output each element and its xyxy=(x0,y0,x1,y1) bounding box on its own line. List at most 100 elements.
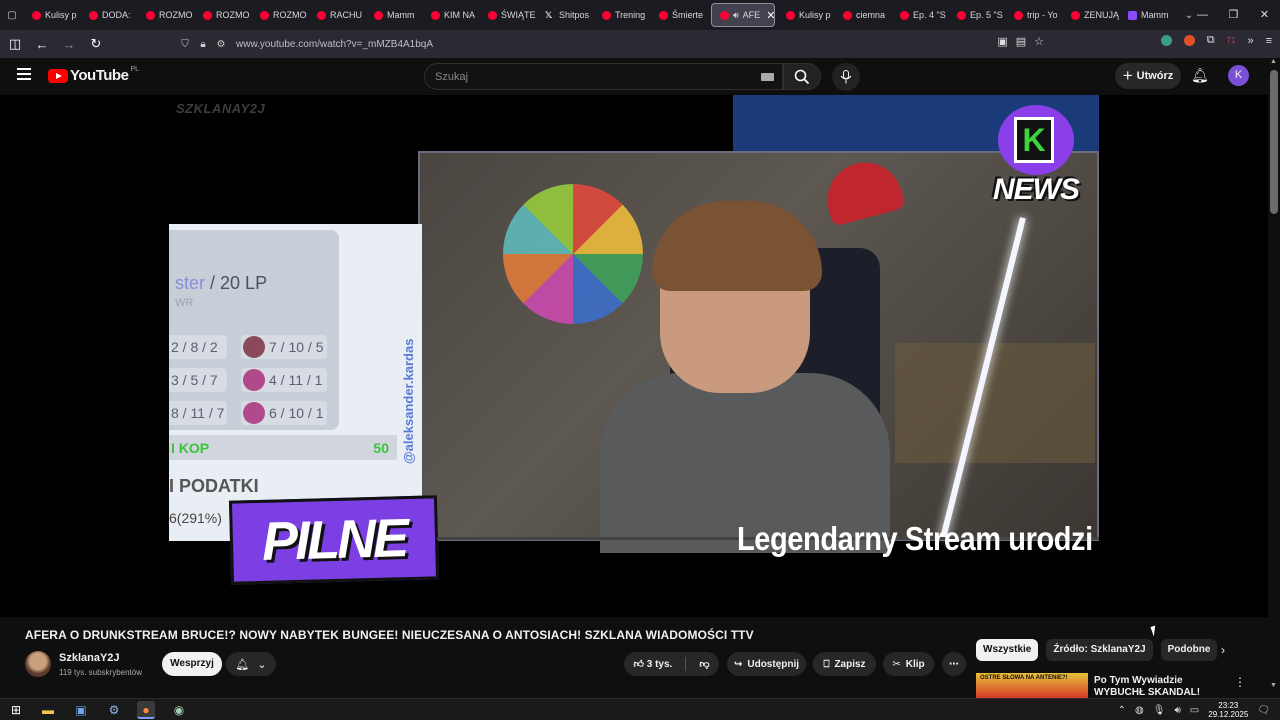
desktop-app-icon[interactable]: ▣ xyxy=(72,701,90,719)
more-actions-button[interactable]: ⋯ xyxy=(942,652,966,676)
browser-tab[interactable]: ROZMO xyxy=(195,0,252,30)
app-menu-icon[interactable]: ≡ xyxy=(1266,35,1272,47)
filter-chips: Wszystkie Źródło: SzklanaY2J Podobne xyxy=(976,639,1218,661)
speaker-icon[interactable]: 🔊︎ xyxy=(733,10,739,21)
browser-tab[interactable]: Mamm xyxy=(1120,0,1177,30)
lock-icon[interactable]: 🔒︎ xyxy=(194,39,212,50)
browser-tab[interactable]: RACHU xyxy=(309,0,366,30)
recommendation-thumbnail[interactable]: OSTRE SŁOWA NA ANTENIE?! xyxy=(976,673,1088,698)
youtube-favicon-icon xyxy=(32,10,41,20)
dislike-icon[interactable]: 👎︎ xyxy=(699,658,709,670)
tab-label: trip - Yo xyxy=(1027,10,1058,20)
browser-tab[interactable]: DODA: xyxy=(81,0,138,30)
filter-chip[interactable]: Podobne xyxy=(1160,639,1218,661)
browser-tab[interactable]: ciemna xyxy=(835,0,892,30)
account-avatar[interactable]: K xyxy=(1228,65,1249,86)
windows-start-icon[interactable]: ⊞ xyxy=(7,701,25,719)
picture-in-picture-icon[interactable]: ▣ xyxy=(997,35,1007,48)
browser-tab[interactable]: trip - Yo xyxy=(1006,0,1063,30)
notification-center-icon[interactable]: 🗨︎ xyxy=(1257,705,1270,716)
network-tray-icon[interactable]: ◍ xyxy=(1135,705,1144,716)
support-button[interactable]: Wesprzyj xyxy=(162,652,222,676)
page-scrollbar[interactable]: ▲ ▼ xyxy=(1268,58,1280,698)
recommendation-menu-icon[interactable]: ⋮ xyxy=(1234,675,1246,689)
tab-label: Mamm xyxy=(387,10,415,20)
browser-tab[interactable]: ROZMO xyxy=(138,0,195,30)
chips-next-arrow-icon[interactable]: › xyxy=(1221,643,1225,657)
voice-search-button[interactable] xyxy=(832,63,860,91)
url-text[interactable]: www.youtube.com/watch?v=_mMZB4A1bqA xyxy=(236,39,433,50)
reader-view-icon[interactable]: ▤ xyxy=(1016,35,1026,48)
recommendation-title[interactable]: Po Tym Wywiadzie WYBUCHŁ SKANDAL! Wściek… xyxy=(1094,675,1222,698)
youtube-favicon-icon xyxy=(1014,10,1023,20)
youtube-favicon-icon xyxy=(203,10,212,20)
clip-button[interactable]: ✂ Klip xyxy=(883,652,934,676)
minimize-icon[interactable]: — xyxy=(1187,0,1218,30)
extension-badge[interactable]: 71 xyxy=(1227,36,1236,45)
steam-icon[interactable]: ⚙ xyxy=(105,701,123,719)
close-window-icon[interactable]: ✕ xyxy=(1249,0,1280,30)
tab-label: Ep. 5 "S xyxy=(970,10,1003,20)
tray-overflow-chevron-icon[interactable]: ⌃ xyxy=(1118,705,1126,716)
clock[interactable]: 23:23 29.12.2025 xyxy=(1208,701,1248,719)
firefox-icon[interactable]: ● xyxy=(137,701,155,719)
tab-label: Shitpos xyxy=(559,10,590,20)
close-tab-icon[interactable]: ✕ xyxy=(766,9,774,22)
like-button[interactable]: 👍︎ 3 tys. xyxy=(634,658,673,670)
back-arrow-icon[interactable]: ← xyxy=(30,37,54,52)
app-icon[interactable]: ◉ xyxy=(170,701,188,719)
notifications-button[interactable]: 🔔︎ ⌄ xyxy=(226,652,276,676)
keyboard-icon[interactable] xyxy=(761,73,774,81)
display-icon[interactable]: ▭ xyxy=(1190,705,1199,716)
search-input[interactable]: Szukaj xyxy=(424,63,783,90)
sidebar-toggle-icon[interactable]: ◫ xyxy=(3,36,27,52)
volume-icon[interactable]: 🔊︎ xyxy=(1174,705,1180,716)
youtube-favicon-icon xyxy=(260,10,269,20)
microphone-tray-icon[interactable]: 🎙︎ xyxy=(1153,705,1166,716)
browser-tab[interactable]: Trening xyxy=(594,0,651,30)
browser-tab[interactable]: ŚWIĄTE xyxy=(480,0,537,30)
bookmark-star-icon[interactable]: ☆ xyxy=(1034,35,1044,48)
video-player[interactable]: SZKLANAY2J ster / 20 LP WR 2 / 8 / 2 3 /… xyxy=(0,95,1268,617)
permissions-icon[interactable]: ⚙ xyxy=(212,39,230,50)
scrollbar-thumb[interactable] xyxy=(1270,70,1278,214)
address-bar[interactable]: ⛉ 🔒︎ ⚙ www.youtube.com/watch?v=_mMZB4A1b… xyxy=(176,33,1050,55)
shield-icon[interactable]: ⛉ xyxy=(176,39,194,50)
more-tools-chevron-icon[interactable]: » xyxy=(1247,35,1253,47)
browser-tab[interactable]: Ep. 5 "S xyxy=(949,0,1006,30)
filter-chip[interactable]: Wszystkie xyxy=(976,639,1039,661)
percent-text: 6(291%) xyxy=(169,510,222,526)
guide-menu-icon[interactable] xyxy=(17,68,31,83)
youtube-logo[interactable]: YouTube PL xyxy=(48,66,139,84)
browser-tab[interactable]: ROZMO xyxy=(252,0,309,30)
create-button[interactable]: + Utwórz xyxy=(1115,63,1181,89)
extensions-puzzle-icon[interactable]: ⧉ xyxy=(1207,34,1215,47)
browser-tab[interactable]: Śmierte xyxy=(651,0,708,30)
restore-icon[interactable]: ❐ xyxy=(1218,0,1249,30)
browser-tab[interactable]: ZENUJĄ xyxy=(1063,0,1120,30)
scroll-down-arrow-icon[interactable]: ▼ xyxy=(1270,682,1277,689)
browser-tab[interactable]: Kulisy p xyxy=(778,0,835,30)
channel-avatar[interactable] xyxy=(25,651,51,677)
extension-icon[interactable] xyxy=(1183,35,1195,46)
channel-name[interactable]: SzklanaY2J xyxy=(59,652,120,664)
browser-tab[interactable]: Ep. 4 "S xyxy=(892,0,949,30)
notifications-bell-icon[interactable]: 🔔︎ xyxy=(1191,67,1209,84)
scroll-up-arrow-icon[interactable]: ▲ xyxy=(1270,58,1277,65)
browser-tab[interactable]: Mamm xyxy=(366,0,423,30)
tab-list-icon[interactable]: ▢ xyxy=(0,10,24,21)
filter-chip[interactable]: Źródło: SzklanaY2J xyxy=(1046,639,1153,661)
file-explorer-icon[interactable]: ▬ xyxy=(39,701,57,719)
vpn-extension-icon[interactable] xyxy=(1160,35,1172,46)
forward-arrow-icon[interactable]: → xyxy=(57,37,81,52)
browser-tab[interactable]: KIM NA xyxy=(423,0,480,30)
browser-tab-active[interactable]: 🔊︎ AFE ✕ xyxy=(711,3,775,27)
santa-hat xyxy=(819,154,906,227)
share-button[interactable]: ↪ Udostępnij xyxy=(727,652,806,676)
reload-icon[interactable]: ↻ xyxy=(84,36,108,52)
browser-tab[interactable]: 𝕏 Shitpos xyxy=(537,0,594,30)
browser-tab[interactable]: Kulisy p xyxy=(24,0,81,30)
search-button[interactable] xyxy=(783,63,821,90)
save-button[interactable]: ⎕ Zapisz xyxy=(813,652,876,676)
more-dots-icon: ⋯ xyxy=(949,658,959,670)
